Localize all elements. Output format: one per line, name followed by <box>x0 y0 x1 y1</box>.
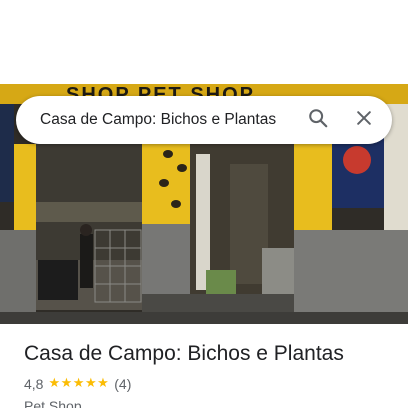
star-icon: ★ <box>72 376 85 391</box>
place-page: SHOP PET SHOP Casa de Campo: Bichos e Pl… <box>0 0 408 408</box>
star-icon: ★ <box>97 376 109 391</box>
search-query-text[interactable]: Casa de Campo: Bichos e Plantas <box>40 111 298 129</box>
rating-value: 4,8 <box>24 376 44 392</box>
rating-row[interactable]: 4,8 ★ ★ ★ ★ ★ (4) <box>24 376 131 392</box>
place-info-panel: Casa de Campo: Bichos e Plantas 4,8 ★ ★ … <box>0 324 408 408</box>
star-icon: ★ <box>84 376 97 391</box>
search-button[interactable] <box>298 100 338 140</box>
place-category: Pet Shop <box>24 398 82 408</box>
close-button[interactable] <box>344 100 384 140</box>
close-icon <box>354 108 374 133</box>
top-blank-area <box>0 0 408 84</box>
star-icon: ★ <box>48 376 61 391</box>
review-count[interactable]: (4) <box>114 376 131 392</box>
star-rating: ★ ★ ★ ★ ★ <box>48 377 109 391</box>
star-icon: ★ <box>60 376 73 391</box>
place-title: Casa de Campo: Bichos e Plantas <box>24 342 344 365</box>
search-bar[interactable]: Casa de Campo: Bichos e Plantas <box>16 96 392 144</box>
search-icon <box>307 107 329 134</box>
